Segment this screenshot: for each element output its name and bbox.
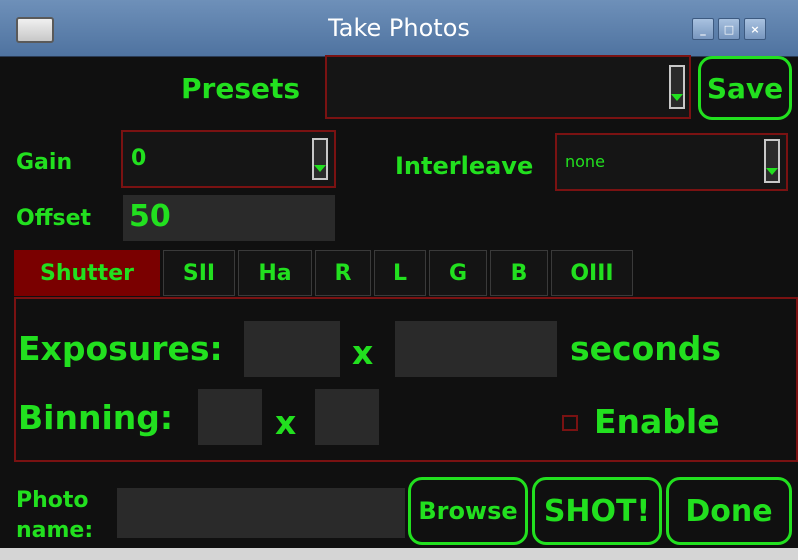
tab-sii-label: SII xyxy=(182,260,216,286)
binning-x-input[interactable] xyxy=(198,389,262,445)
maximize-icon[interactable]: □ xyxy=(718,18,740,40)
enable-checkbox[interactable] xyxy=(562,415,578,431)
tab-r[interactable]: R xyxy=(315,250,371,296)
take-photos-window: Take Photos _ □ × Presets Save Gain 0 In… xyxy=(0,0,798,560)
shutter-panel: Exposures: x seconds Binning: x Enable xyxy=(14,297,798,462)
close-icon[interactable]: × xyxy=(744,18,766,40)
tab-sii[interactable]: SII xyxy=(163,250,235,296)
browse-button-label: Browse xyxy=(418,497,518,525)
window-title: Take Photos xyxy=(328,14,470,42)
shot-button[interactable]: SHOT! xyxy=(532,477,662,545)
binning-label: Binning: xyxy=(18,398,174,437)
photo-name-input[interactable] xyxy=(117,488,405,538)
exposures-count-input[interactable] xyxy=(244,321,340,377)
interleave-dropdown-arrow-icon[interactable] xyxy=(764,139,780,183)
tab-oiii[interactable]: OIII xyxy=(551,250,633,296)
tab-g-label: G xyxy=(448,260,468,286)
presets-dropdown-arrow-icon[interactable] xyxy=(669,65,685,109)
done-button[interactable]: Done xyxy=(666,477,792,545)
gain-label: Gain xyxy=(16,150,73,175)
browse-button[interactable]: Browse xyxy=(408,477,528,545)
save-button-label: Save xyxy=(706,71,784,105)
interleave-label: Interleave xyxy=(395,152,534,180)
tab-g[interactable]: G xyxy=(429,250,487,296)
tab-ha-label: Ha xyxy=(258,260,292,286)
minimize-icon[interactable]: _ xyxy=(692,18,714,40)
interleave-dropdown[interactable]: none xyxy=(555,133,788,191)
exposures-label: Exposures: xyxy=(18,329,223,368)
tab-l-label: L xyxy=(392,260,408,286)
offset-value: 50 xyxy=(129,199,171,234)
shot-button-label: SHOT! xyxy=(543,493,651,529)
presets-label: Presets xyxy=(181,72,301,105)
tab-shutter[interactable]: Shutter xyxy=(14,250,160,296)
exposures-x-label: x xyxy=(352,333,374,372)
binning-x-separator: x xyxy=(275,403,297,442)
presets-dropdown[interactable] xyxy=(325,55,691,119)
tab-l[interactable]: L xyxy=(374,250,426,296)
tab-r-label: R xyxy=(334,260,352,286)
seconds-label: seconds xyxy=(570,329,722,368)
gain-value: 0 xyxy=(131,146,147,171)
binning-y-input[interactable] xyxy=(315,389,379,445)
interleave-value: none xyxy=(565,152,605,171)
enable-label[interactable]: Enable xyxy=(594,402,720,441)
tab-shutter-label: Shutter xyxy=(40,260,134,286)
photo-name-label: Photo name: xyxy=(16,488,94,543)
gain-dropdown[interactable]: 0 xyxy=(121,130,336,188)
tab-ha[interactable]: Ha xyxy=(238,250,312,296)
offset-input[interactable]: 50 xyxy=(123,195,335,241)
offset-label: Offset xyxy=(16,206,92,231)
tab-oiii-label: OIII xyxy=(570,260,614,286)
exposure-seconds-input[interactable] xyxy=(395,321,557,377)
tab-b-label: B xyxy=(510,260,528,286)
save-button[interactable]: Save xyxy=(698,56,792,120)
tab-b[interactable]: B xyxy=(490,250,548,296)
title-bar[interactable]: Take Photos _ □ × xyxy=(0,0,798,57)
bottom-scrollbar[interactable] xyxy=(0,548,798,560)
gain-dropdown-arrow-icon[interactable] xyxy=(312,138,328,180)
done-button-label: Done xyxy=(685,493,773,529)
